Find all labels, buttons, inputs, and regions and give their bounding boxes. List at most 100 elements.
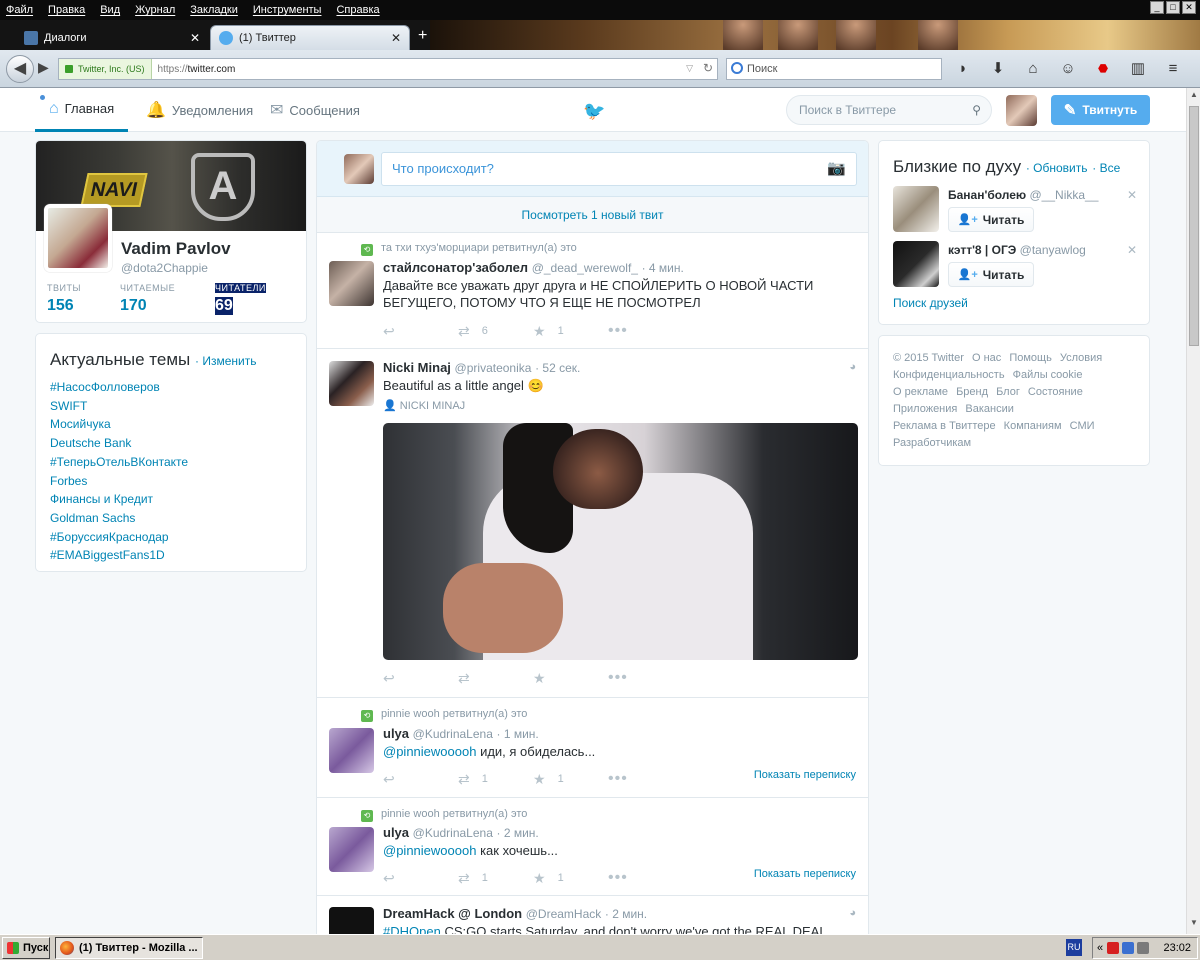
dismiss-icon[interactable]: ✕	[1127, 188, 1137, 202]
home-icon[interactable]: ⌂	[1022, 58, 1044, 80]
network-icon[interactable]	[1122, 942, 1135, 954]
tweet[interactable]: ⟲ та тхи тхуэ'морциари ретвитнул(а) это с…	[317, 233, 868, 349]
suggested-name[interactable]: Банан'болею @__Nikka__	[948, 188, 1098, 202]
tweet-time[interactable]: · 2 мин.	[605, 907, 647, 921]
profile-handle[interactable]: @dota2Chappie	[121, 261, 208, 275]
warning-icon[interactable]	[1107, 942, 1120, 954]
retweet-button[interactable]: ⇄	[458, 669, 533, 687]
menu-view[interactable]: Вид	[100, 4, 120, 16]
composer-input[interactable]: Что происходит? 📷	[381, 152, 857, 186]
tweet-author-name[interactable]: ulya	[383, 825, 409, 840]
tweet-author-name[interactable]: DreamHack @ London	[383, 906, 522, 921]
footer-link[interactable]: Помощь	[1009, 352, 1052, 364]
favorite-button[interactable]: ★ 1	[533, 770, 608, 788]
reply-button[interactable]: ↩	[383, 669, 458, 687]
tweet-time[interactable]: · 2 мин.	[497, 826, 539, 840]
menu-bookmarks[interactable]: Закладки	[190, 4, 238, 16]
scroll-thumb[interactable]	[1189, 106, 1199, 346]
minimize-button[interactable]: _	[1150, 1, 1164, 14]
footer-link[interactable]: Реклама в Твиттере	[893, 420, 996, 432]
nav-messages[interactable]: ✉ Сообщения	[270, 88, 360, 132]
follow-button[interactable]: 👤+ Читать	[948, 207, 1034, 232]
favorite-button[interactable]: ★ 1	[533, 322, 608, 340]
tweet-author-handle[interactable]: @KudrinaLena	[413, 727, 493, 741]
camera-icon[interactable]: 📷	[827, 153, 846, 185]
stat-followers[interactable]: ЧИТАТЕЛИ 69	[215, 283, 266, 315]
forward-button[interactable]: ▶	[38, 59, 49, 76]
download-icon[interactable]: ⬇	[987, 58, 1009, 80]
trend-item[interactable]: SWIFT	[50, 397, 292, 416]
more-button[interactable]: •••	[608, 669, 683, 687]
trend-item[interactable]: Deutsche Bank	[50, 434, 292, 453]
web-search-box[interactable]: Поиск	[726, 58, 942, 80]
footer-link[interactable]: Файлы cookie	[1013, 369, 1083, 381]
menu-icon[interactable]: ≡	[1162, 58, 1184, 80]
maximize-button[interactable]: □	[1166, 1, 1180, 14]
trend-item[interactable]: Мосийчука	[50, 415, 292, 434]
nav-notifications[interactable]: 🔔 Уведомления	[146, 88, 253, 132]
tweet-avatar[interactable]	[329, 261, 374, 306]
stat-following[interactable]: ЧИТАЕМЫЕ 170	[120, 283, 175, 315]
tweet-avatar[interactable]	[329, 827, 374, 872]
tweet-photo[interactable]	[383, 423, 858, 660]
find-friends-link[interactable]: Поиск друзей	[893, 296, 968, 310]
trend-item[interactable]: Forbes	[50, 472, 292, 491]
footer-link[interactable]: Вакансии	[965, 403, 1014, 415]
suggested-avatar[interactable]	[893, 241, 939, 287]
site-identity-button[interactable]: Twitter, Inc. (US)	[59, 59, 152, 79]
menu-history[interactable]: Журнал	[135, 4, 175, 16]
retweet-button[interactable]: ⇄ 1	[458, 770, 533, 788]
tab-twitter[interactable]: (1) Твиттер ✕	[210, 25, 410, 50]
mention-link[interactable]: @pinniewooooh	[383, 744, 476, 759]
more-button[interactable]: •••	[608, 322, 683, 340]
profile-name[interactable]: Vadim Pavlov	[121, 239, 231, 259]
tab-dialogs[interactable]: Диалоги ✕	[16, 25, 208, 50]
menu-tools[interactable]: Инструменты	[253, 4, 322, 16]
refresh-link[interactable]: · Обновить	[1026, 161, 1088, 175]
compose-tweet-button[interactable]: ✎ Твитнуть	[1051, 95, 1150, 125]
back-button[interactable]: ◀	[6, 55, 34, 83]
menu-edit[interactable]: Правка	[48, 4, 85, 16]
menu-file[interactable]: Файл	[6, 4, 33, 16]
tweet-avatar[interactable]	[329, 361, 374, 406]
tweet-author-name[interactable]: Nicki Minaj	[383, 360, 451, 375]
menu-help[interactable]: Справка	[336, 4, 379, 16]
twitter-search-input[interactable]: Поиск в Твиттере ⚲	[786, 95, 992, 125]
trends-change-link[interactable]: · Изменить	[195, 354, 256, 368]
tweet-author-handle[interactable]: @DreamHack	[526, 907, 602, 921]
search-icon[interactable]: ⚲	[972, 96, 981, 124]
tweet[interactable]: ⟲ pinnie wooh ретвитнул(а) это ulya @Kudr…	[317, 698, 868, 798]
close-tab-icon[interactable]: ✕	[190, 31, 200, 45]
suggested-avatar[interactable]	[893, 186, 939, 232]
nav-home[interactable]: ⌂ Главная	[35, 88, 129, 132]
footer-link[interactable]: Условия	[1060, 352, 1102, 364]
stat-tweets[interactable]: ТВИТЫ 156	[47, 283, 81, 315]
profile-avatar[interactable]	[44, 204, 112, 272]
tweet-time[interactable]: · 52 сек.	[535, 361, 580, 375]
more-button[interactable]: •••	[608, 869, 683, 887]
tweet-author-name[interactable]: ulya	[383, 726, 409, 741]
footer-link[interactable]: СМИ	[1070, 420, 1095, 432]
start-button[interactable]: Пуск	[2, 937, 50, 959]
footer-link[interactable]: Блог	[996, 386, 1020, 398]
trend-item[interactable]: #ТеперьОтельВКонтакте	[50, 453, 292, 472]
new-tab-button[interactable]: +	[418, 27, 427, 45]
trend-item[interactable]: #БоруссияКраснодар	[50, 528, 292, 547]
footer-link[interactable]: О нас	[972, 352, 1001, 364]
reply-button[interactable]: ↩	[383, 869, 458, 887]
reload-icon[interactable]: ↻	[703, 61, 713, 75]
footer-link[interactable]: Состояние	[1028, 386, 1083, 398]
dismiss-icon[interactable]: ✕	[1127, 243, 1137, 257]
view-all-link[interactable]: · Все	[1092, 161, 1120, 175]
twitter-bird-icon[interactable]: 🐦	[583, 101, 605, 122]
tweet-avatar[interactable]	[329, 728, 374, 773]
tweet-author-handle[interactable]: @privateonika	[455, 361, 532, 375]
tweet-location[interactable]: 👤 NICKI MINAJ	[383, 399, 465, 412]
mention-link[interactable]: @pinniewooooh	[383, 843, 476, 858]
trend-item[interactable]: #EMABiggestFans1D	[50, 546, 292, 565]
follow-button[interactable]: 👤+ Читать	[948, 262, 1034, 287]
adblock-icon[interactable]: ⬣	[1092, 58, 1114, 80]
footer-link[interactable]: Разработчикам	[893, 437, 971, 449]
retweet-button[interactable]: ⇄ 6	[458, 322, 533, 340]
scroll-down-icon[interactable]: ▼	[1188, 918, 1200, 932]
